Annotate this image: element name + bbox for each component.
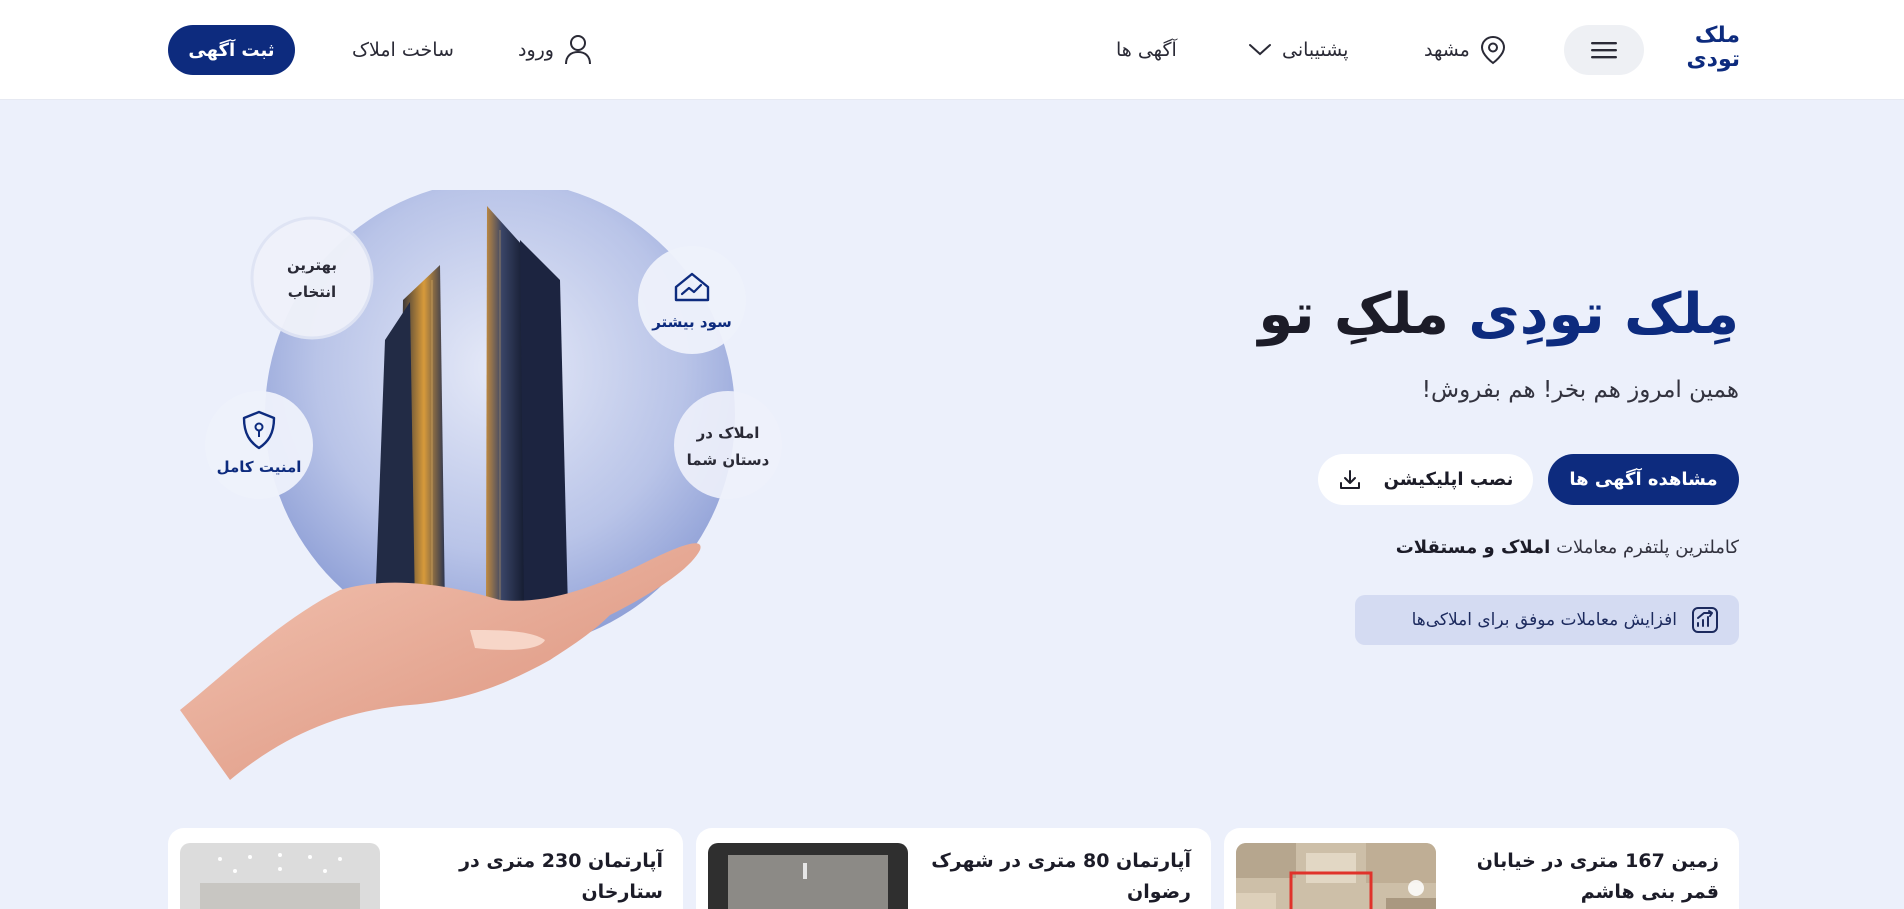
nav-support[interactable]: پشتیبانی (1248, 30, 1348, 70)
logo-line-1: ملک (1694, 23, 1740, 48)
post-ad-button[interactable]: ثبت آگهی (168, 25, 295, 75)
listing-card[interactable]: آپارتمان 230 متری در ستارخان (168, 828, 683, 909)
site-header: ملک تودی مشهد پشتیبانی آگهی ها ورود ساخت… (0, 0, 1904, 100)
ads-label: آگهی ها (1116, 39, 1177, 61)
user-icon (565, 35, 591, 65)
feature-profit-label: سود بیشتر (651, 313, 732, 331)
feature-property-line1: املاک در (696, 424, 760, 442)
listing-title: آپارتمان 80 متری در شهرک رضوان (931, 850, 1191, 903)
hero-illustration: سود بیشتر بهترین انتخاب املاک در دستان ش… (170, 180, 790, 780)
install-app-label: نصب اپلیکیشن (1383, 469, 1514, 490)
city-label: مشهد (1424, 39, 1470, 61)
listing-map-image (1236, 843, 1436, 909)
login-link[interactable]: ورود (518, 30, 592, 70)
promo-badge-text: افزایش معاملات موفق برای املاکی‌ها (1411, 610, 1677, 630)
desc-bold: املاک و مستقلات (1395, 537, 1551, 558)
feature-property-line2: دستان شما (687, 451, 770, 469)
promo-badge[interactable]: افزایش معاملات موفق برای املاکی‌ها (1355, 595, 1739, 645)
hero-subtitle: همین امروز هم بخر! هم بفروش! (1421, 377, 1739, 403)
desc-prefix: کاملترین پلتفرم معاملات (1556, 537, 1739, 558)
feature-choice-line2: انتخاب (288, 283, 336, 301)
listing-title: زمین 167 متری در خیابان قمر بنی هاشم (1476, 850, 1719, 903)
listing-title: آپارتمان 230 متری در ستارخان (459, 850, 663, 903)
feature-choice-line1: بهترین (287, 256, 337, 274)
nav-build[interactable]: ساخت املاک (352, 30, 454, 70)
listing-card[interactable]: آپارتمان 80 متری در شهرک رضوان (696, 828, 1211, 909)
login-label: ورود (518, 39, 554, 61)
chevron-down-icon (1249, 44, 1271, 56)
feature-security-label: امنیت کامل (217, 458, 302, 476)
chart-growth-icon (1692, 607, 1718, 633)
listing-photo (708, 843, 908, 909)
install-app-button[interactable]: نصب اپلیکیشن (1318, 454, 1533, 505)
build-label: ساخت املاک (352, 39, 454, 61)
view-ads-button[interactable]: مشاهده آگهی ها (1548, 454, 1739, 505)
hero-title-rest: ملکِ تو (1258, 282, 1469, 347)
hero-illustration-graphic: سود بیشتر بهترین انتخاب املاک در دستان ش… (180, 180, 782, 780)
listing-photo (180, 843, 380, 909)
hero-description: کاملترین پلتفرم معاملات املاک و مستقلات (1396, 537, 1739, 558)
nav-ads[interactable]: آگهی ها (1116, 30, 1177, 70)
menu-button[interactable] (1564, 25, 1644, 75)
listing-card[interactable]: زمین 167 متری در خیابان قمر بنی هاشم (1224, 828, 1739, 909)
hero-title: مِلک تودِی ملکِ تو (1258, 282, 1740, 347)
hamburger-menu-icon (1591, 42, 1617, 59)
support-label: پشتیبانی (1282, 39, 1349, 61)
city-selector[interactable]: مشهد (1424, 30, 1506, 70)
logo-line-2: تودی (1686, 47, 1740, 72)
site-logo[interactable]: ملک تودی (1684, 24, 1740, 72)
download-icon (1339, 469, 1360, 489)
hero-title-brand: مِلک تودِی (1468, 282, 1740, 347)
location-pin-icon (1480, 35, 1505, 65)
